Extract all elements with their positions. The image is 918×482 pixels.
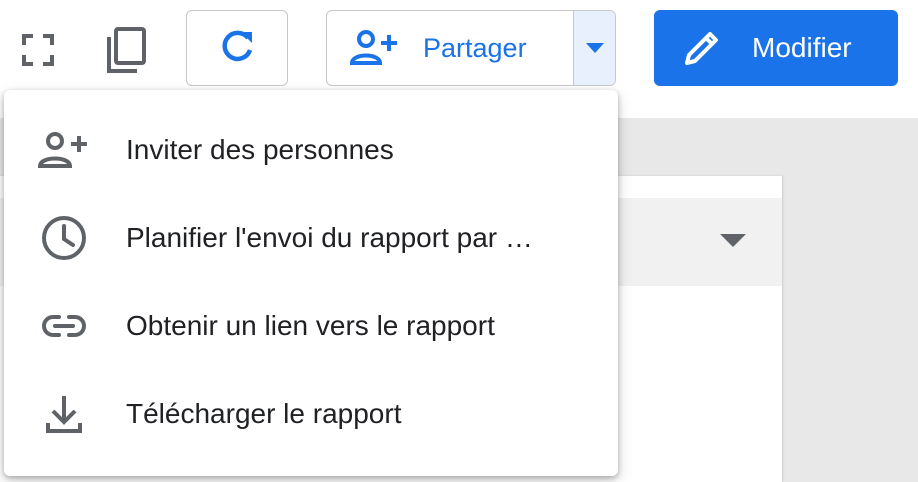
share-label: Partager [423,32,527,63]
fullscreen-button[interactable] [14,26,62,74]
person-add-icon [349,30,397,65]
share-button[interactable]: Partager [327,11,573,85]
fullscreen-icon [22,34,54,66]
share-dropdown-button[interactable] [573,11,615,85]
menu-item-download-report[interactable]: Télécharger le rapport [4,370,618,458]
menu-item-label: Inviter des personnes [126,134,394,165]
caret-down-icon [585,43,604,53]
copy-icon [107,27,146,73]
edit-button[interactable]: Modifier [654,10,898,86]
copy-button[interactable] [96,22,152,78]
share-button-group: Partager [326,10,616,86]
person-add-icon [37,132,87,168]
menu-item-label: Planifier l'envoi du rapport par … [126,222,533,253]
menu-item-invite-people[interactable]: Inviter des personnes [4,106,618,194]
refresh-icon [222,30,253,62]
pencil-icon [685,32,718,65]
menu-item-label: Télécharger le rapport [126,398,402,429]
clock-icon [42,216,86,260]
caret-down-icon[interactable] [718,230,748,250]
menu-item-get-link[interactable]: Obtenir un lien vers le rapport [4,282,618,370]
edit-label: Modifier [752,32,852,63]
menu-item-schedule-email[interactable]: Planifier l'envoi du rapport par … [4,194,618,282]
download-icon [46,396,82,433]
menu-item-label: Obtenir un lien vers le rapport [126,310,495,341]
link-icon [42,315,86,337]
refresh-button[interactable] [186,10,288,86]
share-menu: Inviter des personnes Planifier l'envoi … [4,90,618,476]
